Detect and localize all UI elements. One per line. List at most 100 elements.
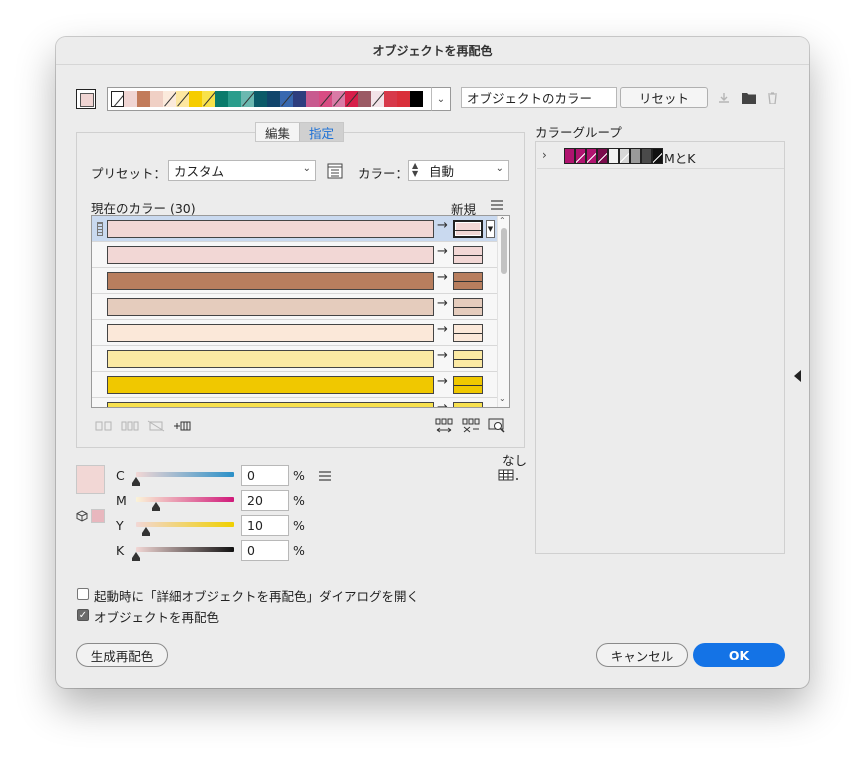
cmyk-value-input[interactable]: 0 bbox=[241, 465, 289, 486]
swatch[interactable] bbox=[332, 91, 345, 107]
group-swatch[interactable] bbox=[652, 148, 663, 164]
swatch[interactable] bbox=[111, 91, 124, 107]
colors-count-select[interactable]: ▲ ▼ 自動 ⌄ bbox=[408, 160, 509, 181]
arrow-right-icon[interactable]: → bbox=[437, 374, 448, 389]
table-row[interactable]: → bbox=[92, 242, 497, 268]
current-color-bar[interactable] bbox=[107, 376, 434, 394]
list-menu-icon[interactable] bbox=[490, 198, 504, 212]
current-color-bar[interactable] bbox=[107, 402, 434, 407]
chevron-up-icon[interactable]: ⌃ bbox=[499, 216, 506, 225]
merge-colors-icon[interactable] bbox=[94, 419, 114, 433]
group-swatch[interactable] bbox=[575, 148, 586, 164]
current-color-bar[interactable] bbox=[107, 350, 434, 368]
swatch[interactable] bbox=[124, 91, 137, 107]
new-color-swatch[interactable] bbox=[453, 298, 483, 316]
stepper-icon[interactable]: ▲ ▼ bbox=[412, 162, 418, 178]
group-swatch[interactable] bbox=[564, 148, 575, 164]
swatch[interactable] bbox=[345, 91, 358, 107]
slider-knob[interactable] bbox=[132, 477, 140, 486]
arrow-right-icon[interactable]: → bbox=[437, 270, 448, 285]
swatch[interactable] bbox=[189, 91, 202, 107]
group-swatch[interactable] bbox=[597, 148, 608, 164]
cmyk-slider-track[interactable] bbox=[136, 547, 234, 552]
color-swatch-bar[interactable] bbox=[107, 87, 451, 111]
reset-button[interactable]: リセット bbox=[620, 87, 708, 108]
folder-icon[interactable] bbox=[740, 90, 758, 106]
cancel-button[interactable]: キャンセル bbox=[596, 643, 688, 667]
preset-options-icon[interactable] bbox=[326, 162, 344, 180]
swatch[interactable] bbox=[306, 91, 319, 107]
preview-color-icon[interactable] bbox=[487, 417, 507, 435]
new-color-swatch[interactable] bbox=[453, 350, 483, 368]
tab-edit[interactable]: 編集 bbox=[256, 123, 299, 141]
swatch[interactable] bbox=[280, 91, 293, 107]
scroll-thumb[interactable] bbox=[501, 228, 507, 274]
swatch[interactable] bbox=[215, 91, 228, 107]
arrow-right-icon[interactable]: → bbox=[437, 244, 448, 259]
swatch[interactable] bbox=[254, 91, 267, 107]
ok-button[interactable]: OK bbox=[693, 643, 785, 667]
recolor-objects-checkbox[interactable]: ✓ bbox=[77, 609, 89, 621]
current-color-bar[interactable] bbox=[107, 298, 434, 316]
swatch[interactable] bbox=[267, 91, 280, 107]
randomize-order-icon[interactable] bbox=[434, 417, 454, 435]
table-row[interactable]: → bbox=[92, 398, 497, 407]
swatch[interactable] bbox=[228, 91, 241, 107]
chevron-right-icon[interactable]: › bbox=[542, 148, 547, 162]
selected-color-swatch[interactable] bbox=[76, 465, 105, 494]
chevron-down-icon[interactable]: ⌄ bbox=[499, 394, 506, 403]
swatch[interactable] bbox=[410, 91, 423, 107]
preset-select[interactable]: カスタム ⌄ bbox=[168, 160, 316, 181]
table-row[interactable]: → ▼ bbox=[92, 216, 497, 242]
swatch[interactable] bbox=[150, 91, 163, 107]
swatch[interactable] bbox=[384, 91, 397, 107]
swatch-bar-dropdown-button[interactable]: ⌄ bbox=[431, 87, 451, 111]
swatch[interactable] bbox=[163, 91, 176, 107]
cmyk-value-input[interactable]: 0 bbox=[241, 540, 289, 561]
current-color-bar[interactable] bbox=[107, 272, 434, 290]
group-swatch[interactable] bbox=[608, 148, 619, 164]
current-color-bar[interactable] bbox=[107, 220, 434, 238]
colors-name-field[interactable]: オブジェクトのカラー bbox=[461, 87, 617, 108]
swatch[interactable] bbox=[202, 91, 215, 107]
group-swatch[interactable] bbox=[619, 148, 630, 164]
arrow-right-icon[interactable]: → bbox=[437, 322, 448, 337]
exclude-colors-icon[interactable] bbox=[146, 418, 166, 434]
color-mode-menu-icon[interactable] bbox=[318, 469, 332, 483]
slider-knob[interactable] bbox=[132, 552, 140, 561]
new-color-swatch[interactable] bbox=[453, 402, 483, 407]
new-color-swatch[interactable] bbox=[453, 246, 483, 264]
new-color-swatch[interactable] bbox=[453, 324, 483, 342]
arrow-right-icon[interactable]: → bbox=[437, 218, 448, 233]
current-color-bar[interactable] bbox=[107, 324, 434, 342]
group-swatch[interactable] bbox=[641, 148, 652, 164]
separate-colors-icon[interactable] bbox=[120, 419, 140, 433]
randomize-saturation-icon[interactable] bbox=[461, 417, 481, 435]
arrow-right-icon[interactable]: → bbox=[437, 296, 448, 311]
table-row[interactable]: → bbox=[92, 294, 497, 320]
swatch[interactable] bbox=[397, 91, 410, 107]
tab-assign[interactable]: 指定 bbox=[299, 123, 344, 141]
cmyk-slider-track[interactable] bbox=[136, 472, 234, 477]
trash-icon[interactable] bbox=[764, 90, 780, 106]
arrow-right-icon[interactable]: → bbox=[437, 348, 448, 363]
table-row[interactable]: → bbox=[92, 346, 497, 372]
swatch[interactable] bbox=[241, 91, 254, 107]
slider-knob[interactable] bbox=[151, 502, 160, 511]
cmyk-slider-track[interactable] bbox=[136, 522, 234, 527]
slider-knob[interactable] bbox=[141, 527, 150, 536]
table-row[interactable]: → bbox=[92, 372, 497, 398]
new-color-swatch[interactable] bbox=[453, 272, 483, 290]
swatch[interactable] bbox=[319, 91, 332, 107]
swatch[interactable] bbox=[293, 91, 306, 107]
swatch[interactable] bbox=[176, 91, 189, 107]
drag-handle-icon[interactable] bbox=[97, 222, 103, 236]
color-grid-icon[interactable] bbox=[498, 468, 520, 482]
new-color-swatch[interactable] bbox=[453, 220, 483, 238]
table-row[interactable]: → bbox=[92, 268, 497, 294]
color-method-dropdown[interactable]: ▼ bbox=[486, 220, 495, 238]
current-color-bar[interactable] bbox=[107, 246, 434, 264]
list-scrollbar[interactable]: ⌃ ⌄ bbox=[497, 216, 509, 407]
out-of-gamut-cube-icon[interactable] bbox=[75, 509, 89, 523]
gamut-correction-swatch[interactable] bbox=[91, 509, 105, 523]
